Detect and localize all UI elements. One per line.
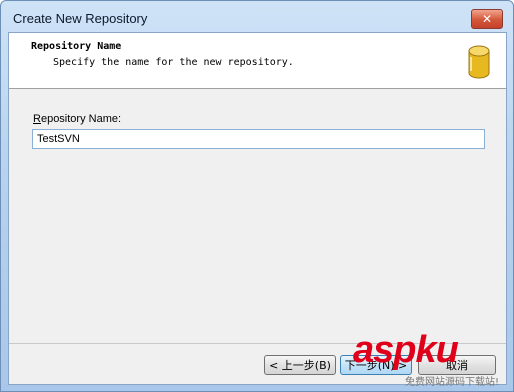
header-title: Repository Name [31, 41, 122, 52]
watermark-tagline: 免费网站源码下载站! [405, 377, 500, 388]
label-mnemonic: R [33, 113, 41, 125]
wizard-header: Repository Name Specify the name for the… [9, 33, 506, 89]
window-title: Create New Repository [13, 11, 148, 26]
repository-name-input[interactable] [32, 129, 485, 149]
title-bar[interactable]: Create New Repository ✕ [1, 1, 513, 33]
close-button[interactable]: ✕ [471, 9, 503, 29]
repository-name-label: Repository Name: [33, 113, 121, 125]
watermark-logo: aspku [353, 329, 459, 371]
database-icon [468, 45, 490, 79]
back-button[interactable]: < 上一步(B) [264, 355, 336, 375]
header-subtitle: Specify the name for the new repository. [53, 57, 294, 68]
dialog-window: Create New Repository ✕ Repository Name … [0, 0, 514, 392]
close-icon: ✕ [481, 12, 493, 26]
label-text: epository Name: [40, 113, 122, 125]
